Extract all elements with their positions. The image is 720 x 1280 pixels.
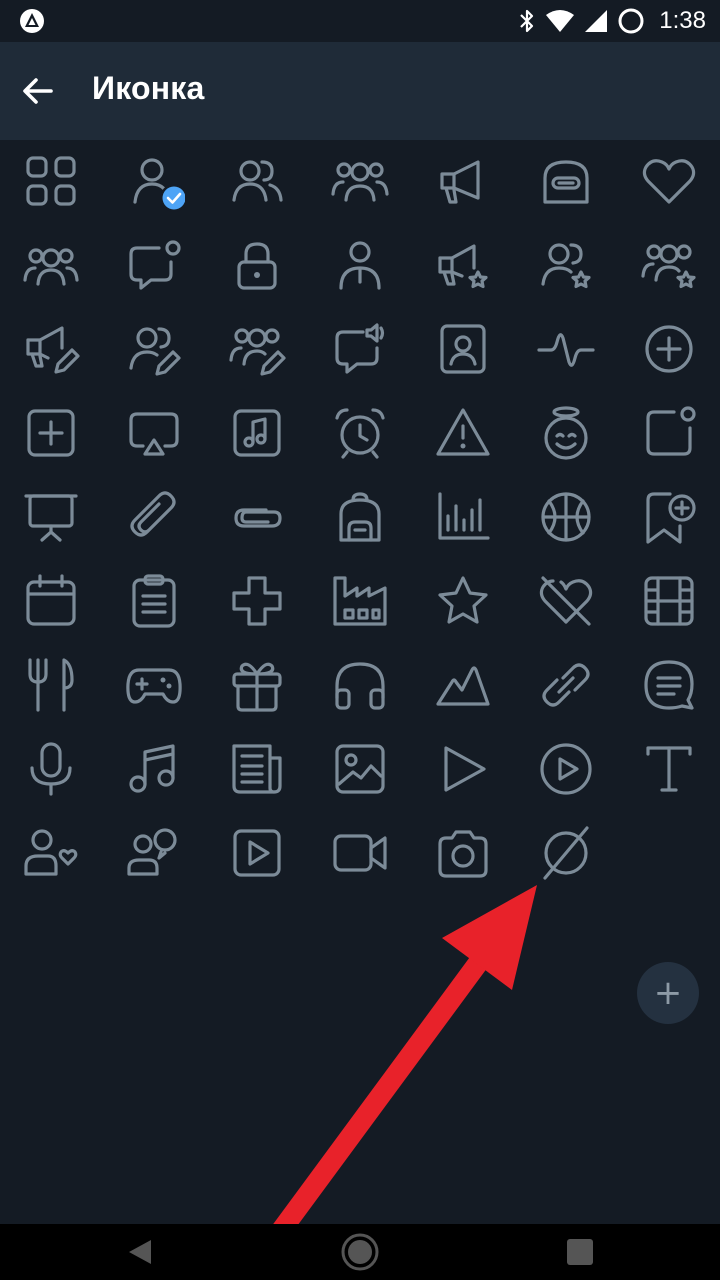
users-icon[interactable] [222, 146, 292, 216]
nav-home-button[interactable] [340, 1232, 380, 1272]
square-badge-icon[interactable] [634, 398, 704, 468]
headphones-icon[interactable] [325, 650, 395, 720]
star-icon[interactable] [428, 566, 498, 636]
film-icon[interactable] [634, 566, 704, 636]
chat-sound-icon[interactable] [325, 314, 395, 384]
calendar-icon[interactable] [16, 566, 86, 636]
broken-heart-icon[interactable] [531, 566, 601, 636]
grid-icon[interactable] [16, 146, 86, 216]
group-icon[interactable] [325, 146, 395, 216]
bookmark-plus-icon[interactable] [634, 482, 704, 552]
contact-icon[interactable] [428, 314, 498, 384]
nav-back-button[interactable] [120, 1232, 160, 1272]
plus-circle-icon[interactable] [634, 314, 704, 384]
clip-icon[interactable] [222, 482, 292, 552]
robot-icon[interactable] [531, 146, 601, 216]
chat-badge-icon[interactable] [119, 230, 189, 300]
backpack-icon[interactable] [325, 482, 395, 552]
gift-icon[interactable] [222, 650, 292, 720]
bar-chart-icon[interactable] [428, 482, 498, 552]
users-star-icon[interactable] [531, 230, 601, 300]
status-icons: 1:38 [517, 0, 720, 42]
mountains-icon[interactable] [428, 650, 498, 720]
add-icon-button[interactable]: + [637, 962, 699, 1024]
alarm-icon[interactable] [325, 398, 395, 468]
app-bar: Иконка [0, 42, 720, 140]
link-icon[interactable] [531, 650, 601, 720]
factory-icon[interactable] [325, 566, 395, 636]
group-edit-icon[interactable] [222, 314, 292, 384]
back-button[interactable] [14, 67, 62, 115]
music-square-icon[interactable] [222, 398, 292, 468]
video-square-icon[interactable] [222, 818, 292, 888]
group-star-icon[interactable] [634, 230, 704, 300]
home-circle-icon [341, 1233, 379, 1271]
gamepad-icon[interactable] [119, 650, 189, 720]
basketball-icon[interactable] [531, 482, 601, 552]
signal-icon [585, 10, 608, 32]
heart-icon[interactable] [634, 146, 704, 216]
play-icon[interactable] [428, 734, 498, 804]
pulse-icon[interactable] [531, 314, 601, 384]
group-alt-icon[interactable] [16, 230, 86, 300]
plus-icon: + [653, 973, 683, 1013]
users-chat-icon[interactable] [119, 818, 189, 888]
megaphone-icon[interactable] [428, 146, 498, 216]
image-icon[interactable] [325, 734, 395, 804]
no-icon-option[interactable] [531, 818, 601, 888]
dnd-icon [618, 8, 644, 34]
nav-recents-button[interactable] [560, 1232, 600, 1272]
users-edit-icon[interactable] [119, 314, 189, 384]
microphone-icon[interactable] [16, 734, 86, 804]
paperclip-icon[interactable] [119, 482, 189, 552]
status-bar: 1:38 [0, 0, 720, 42]
airplay-icon[interactable] [119, 398, 189, 468]
user-heart-icon[interactable] [16, 818, 86, 888]
clipboard-icon[interactable] [119, 566, 189, 636]
text-icon[interactable] [634, 734, 704, 804]
back-triangle-icon [129, 1240, 151, 1264]
warning-icon[interactable] [428, 398, 498, 468]
cross-icon[interactable] [222, 566, 292, 636]
page-title: Иконка [92, 70, 205, 106]
megaphone-star-icon[interactable] [428, 230, 498, 300]
angel-icon[interactable] [531, 398, 601, 468]
cutlery-icon[interactable] [16, 650, 86, 720]
person-tie-icon[interactable] [325, 230, 395, 300]
play-circle-icon[interactable] [531, 734, 601, 804]
music-note-icon[interactable] [119, 734, 189, 804]
video-camera-icon[interactable] [325, 818, 395, 888]
app-notification-icon [20, 9, 44, 33]
user-icon[interactable] [119, 146, 189, 216]
plus-square-icon[interactable] [16, 398, 86, 468]
chat-lines-icon[interactable] [634, 650, 704, 720]
presentation-icon[interactable] [16, 482, 86, 552]
lock-icon[interactable] [222, 230, 292, 300]
recents-square-icon [567, 1239, 593, 1265]
bluetooth-icon [520, 9, 534, 33]
megaphone-edit-icon[interactable] [16, 314, 86, 384]
arrow-left-icon [23, 78, 53, 104]
camera-icon[interactable] [428, 818, 498, 888]
newspaper-icon[interactable] [222, 734, 292, 804]
nav-bar [0, 1224, 720, 1280]
clock: 1:38 [659, 7, 706, 34]
wifi-icon [546, 10, 575, 32]
